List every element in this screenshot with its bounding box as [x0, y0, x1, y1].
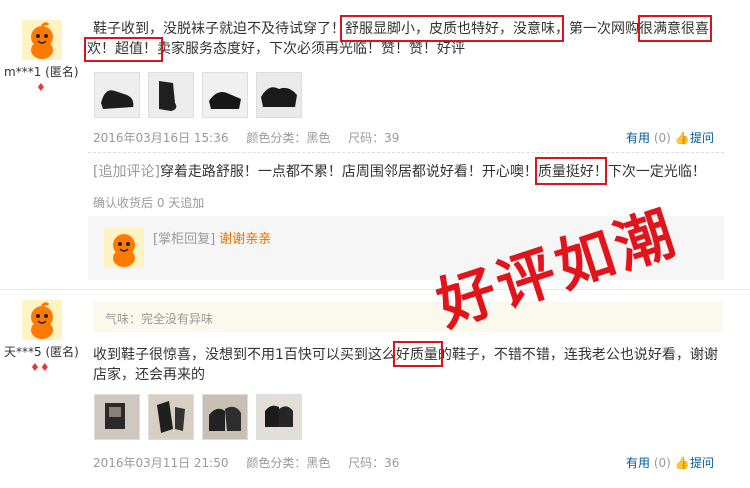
shoe-photo-icon — [257, 395, 301, 439]
reply-tag: [掌柜回复] — [153, 232, 216, 247]
useful-count: (0) — [653, 456, 671, 470]
useful-thumb-icon: 👍 — [674, 131, 690, 145]
avatar — [22, 20, 62, 60]
useful-action[interactable]: 有用 (0) 👍 — [626, 454, 690, 471]
divider — [88, 152, 724, 153]
username: 天***5 (匿名) — [4, 345, 79, 359]
useful-action[interactable]: 有用 (0) 👍 — [626, 129, 690, 146]
shoe-photo-icon — [149, 395, 193, 439]
size-variant: 尺码：39 — [348, 131, 400, 145]
review-photo[interactable] — [256, 72, 302, 118]
shoe-photo-icon — [95, 73, 139, 117]
followup-body: 穿着走路舒服！一点都不累！店周围邻居都说好看！开心噢！质量挺好！下次一定光临！ — [159, 164, 706, 180]
review-meta: 2016年03月16日 15:36 颜色分类：黑色 尺码：39 — [93, 129, 413, 146]
followup-text: [追加评论]穿着走路舒服！一点都不累！店周围邻居都说好看！开心噢！质量挺好！下次… — [93, 161, 706, 183]
buyer-level-heart-icon: ♦♦ — [30, 361, 50, 374]
shoe-photo-icon — [149, 73, 193, 117]
review-meta: 2016年03月11日 21:50 颜色分类：黑色 尺码：36 — [93, 454, 413, 471]
buyer-level-heart-icon: ♦ — [36, 81, 46, 94]
shoe-photo-icon — [203, 73, 247, 117]
highlight-box — [340, 15, 564, 42]
ask-link[interactable]: 提问 — [690, 131, 714, 145]
followup-tag: [追加评论] — [93, 164, 160, 180]
highlight-box — [535, 157, 607, 185]
useful-link[interactable]: 有用 — [626, 456, 650, 470]
avatar — [22, 300, 62, 340]
review-photo[interactable] — [94, 394, 140, 440]
review-photo[interactable] — [148, 72, 194, 118]
seller-reply-text: [掌柜回复] 谢谢亲亲 — [153, 229, 271, 251]
highlight-box — [638, 15, 712, 42]
color-variant: 颜色分类：黑色 — [246, 456, 331, 470]
smell-text: 气味：完全没有异味 — [105, 312, 214, 326]
review-photo[interactable] — [94, 72, 140, 118]
ask-action[interactable]: 提问 — [690, 129, 714, 146]
review-photo[interactable] — [202, 72, 248, 118]
shoe-photo-icon — [203, 395, 247, 439]
highlight-box — [84, 37, 163, 62]
useful-link[interactable]: 有用 — [626, 131, 650, 145]
color-variant: 颜色分类：黑色 — [246, 131, 331, 145]
review-text-line2: 店家，还会再来的 — [93, 367, 205, 383]
size-variant: 尺码：36 — [348, 456, 400, 470]
review-photo[interactable] — [256, 394, 302, 440]
shoe-photo-icon — [95, 395, 139, 439]
useful-thumb-icon: 👍 — [674, 456, 690, 470]
followup-note: 确认收货后 0 天追加 — [93, 196, 205, 210]
mascot-icon — [104, 228, 144, 268]
useful-count: (0) — [653, 131, 671, 145]
review-photo[interactable] — [148, 394, 194, 440]
highlight-box — [393, 341, 443, 367]
ask-action[interactable]: 提问 — [690, 454, 714, 471]
review-date: 2016年03月16日 15:36 — [93, 131, 229, 145]
mascot-icon — [22, 20, 62, 60]
ask-link[interactable]: 提问 — [690, 456, 714, 470]
review-date: 2016年03月11日 21:50 — [93, 456, 229, 470]
review-separator — [0, 289, 750, 290]
review-photo[interactable] — [202, 394, 248, 440]
reply-body: 谢谢亲亲 — [219, 232, 272, 247]
mascot-icon — [22, 300, 62, 340]
seller-avatar — [104, 228, 144, 268]
shoe-photo-icon — [257, 73, 301, 117]
username: m***1 (匿名) — [4, 65, 79, 79]
